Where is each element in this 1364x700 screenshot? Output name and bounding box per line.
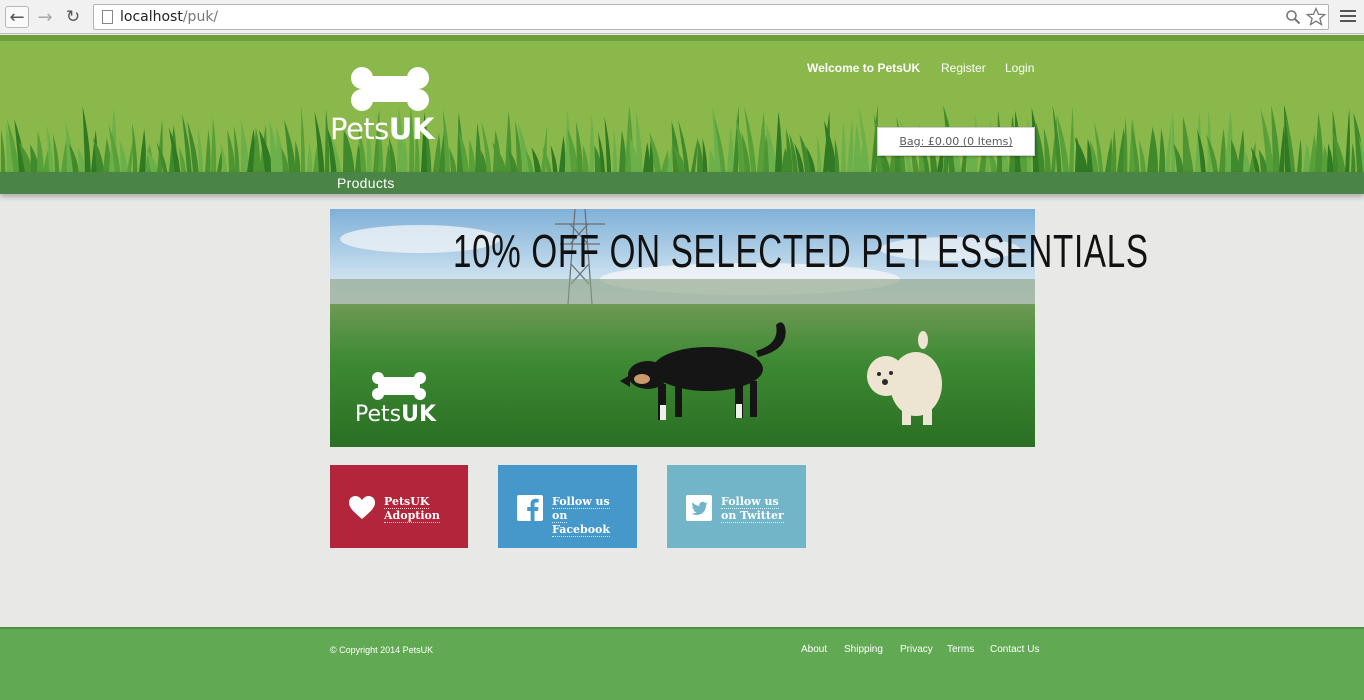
- register-link[interactable]: Register: [941, 61, 986, 75]
- twitter-icon: [686, 495, 712, 521]
- banner-headline: 10% OFF ON SELECTED PET ESSENTIALS: [453, 225, 1149, 277]
- banner-logo-text: PetsUK: [355, 402, 437, 427]
- browser-toolbar: ← → ↻ localhost/puk/: [0, 0, 1364, 34]
- browser-menu-icon[interactable]: [1340, 6, 1356, 26]
- site-header: PetsUK Welcome to PetsUK Register Login …: [0, 35, 1364, 172]
- page-icon: [102, 10, 113, 24]
- zoom-icon[interactable]: [1285, 9, 1301, 25]
- logo-text: PetsUK: [330, 112, 434, 146]
- footer-link-shipping[interactable]: Shipping: [844, 644, 883, 655]
- back-arrow-icon[interactable]: ←: [5, 6, 29, 28]
- heart-icon: [349, 496, 375, 519]
- adoption-tile-label: PetsUK Adoption: [384, 495, 440, 523]
- footer-link-about[interactable]: About: [801, 644, 827, 655]
- facebook-tile[interactable]: Follow us on Facebook: [498, 465, 637, 548]
- forward-arrow-icon[interactable]: →: [34, 6, 56, 28]
- facebook-icon: [517, 495, 543, 521]
- url-text[interactable]: localhost/puk/: [120, 9, 218, 25]
- twitter-tile-label: Follow us on Twitter: [721, 495, 784, 523]
- shopping-bag-link[interactable]: Bag: £0.00 (0 Items): [877, 127, 1035, 156]
- site-footer: © Copyright 2014 PetsUK About Shipping P…: [0, 627, 1364, 700]
- site-logo[interactable]: PetsUK: [330, 66, 450, 151]
- copyright-text: © Copyright 2014 PetsUK: [330, 645, 434, 655]
- login-link[interactable]: Login: [1005, 61, 1034, 75]
- footer-link-contact[interactable]: Contact Us: [990, 644, 1039, 655]
- address-bar[interactable]: localhost/puk/: [93, 4, 1329, 30]
- welcome-text: Welcome to PetsUK: [807, 61, 921, 75]
- facebook-tile-label: Follow us on Facebook: [552, 495, 611, 537]
- bone-icon: [351, 67, 429, 111]
- twitter-tile[interactable]: Follow us on Twitter: [667, 465, 806, 548]
- nav-item-products[interactable]: Products: [337, 175, 395, 191]
- bookmark-star-icon[interactable]: [1306, 7, 1326, 27]
- adoption-tile[interactable]: PetsUK Adoption: [330, 465, 468, 548]
- reload-icon[interactable]: ↻: [62, 6, 84, 28]
- footer-link-terms[interactable]: Terms: [947, 644, 974, 655]
- footer-link-privacy[interactable]: Privacy: [900, 644, 933, 655]
- grass-decoration: [1, 104, 1364, 172]
- main-nav: Products: [0, 172, 1364, 194]
